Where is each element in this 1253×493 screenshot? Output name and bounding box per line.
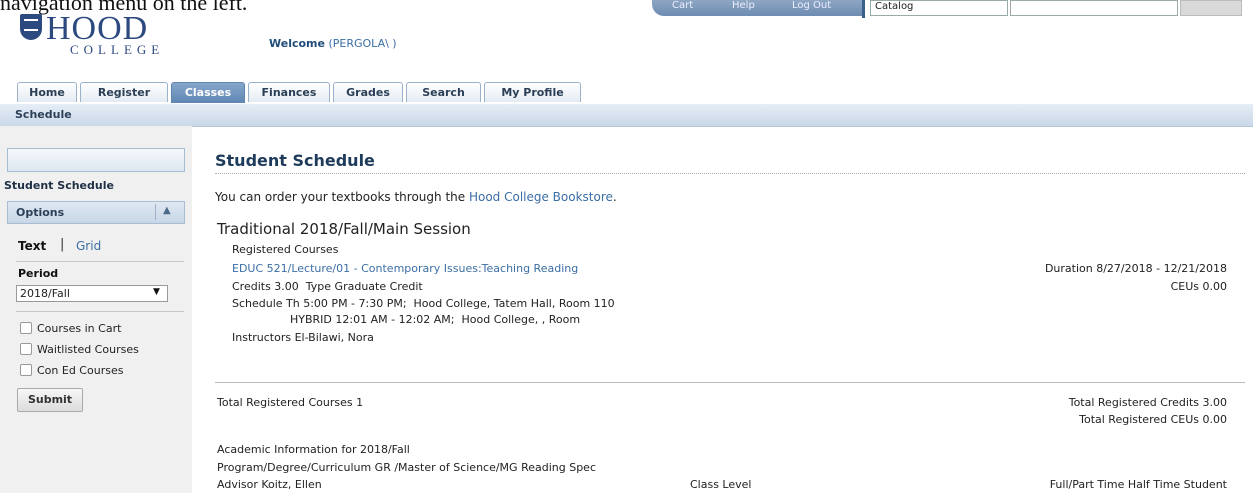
catalog-select[interactable]: Catalog bbox=[870, 0, 1008, 16]
sidebar-divider bbox=[16, 261, 184, 262]
welcome-message: Welcome (PERGOLA\ ) bbox=[269, 37, 397, 50]
courses-in-cart-checkbox[interactable] bbox=[20, 322, 32, 334]
subnav-schedule[interactable]: Schedule bbox=[15, 108, 72, 121]
intro-prefix: You can order your textbooks through the bbox=[215, 190, 469, 204]
options-label: Options bbox=[16, 206, 65, 219]
tab-home[interactable]: Home bbox=[17, 82, 77, 102]
tab-classes[interactable]: Classes bbox=[171, 82, 245, 103]
total-registered-courses: Total Registered Courses 1 bbox=[217, 396, 364, 409]
tab-register[interactable]: Register bbox=[80, 82, 168, 102]
sidebar-divider bbox=[16, 311, 184, 312]
bookstore-link[interactable]: Hood College Bookstore bbox=[469, 190, 613, 204]
shield-icon bbox=[20, 14, 42, 40]
full-part-time: Full/Part Time Half Time Student bbox=[1049, 478, 1227, 491]
waitlisted-courses-label: Waitlisted Courses bbox=[37, 343, 139, 356]
help-link[interactable]: Help bbox=[732, 0, 755, 11]
logo-college-text: COLLEGE bbox=[70, 42, 165, 57]
con-ed-courses-label: Con Ed Courses bbox=[37, 364, 124, 377]
subnav-bar bbox=[0, 104, 1253, 127]
registered-courses-heading: Registered Courses bbox=[232, 243, 339, 256]
hood-college-logo[interactable]: HOOD COLLEGE bbox=[20, 10, 170, 62]
period-label: Period bbox=[18, 267, 59, 280]
chevron-down-icon[interactable]: ▼ bbox=[153, 287, 160, 297]
bookstore-intro: You can order your textbooks through the… bbox=[215, 190, 617, 204]
go-button[interactable] bbox=[1180, 0, 1242, 16]
view-separator: | bbox=[60, 237, 65, 252]
advisor: Advisor Koitz, Ellen bbox=[217, 478, 322, 491]
course-link[interactable]: EDUC 521/Lecture/01 - Contemporary Issue… bbox=[232, 262, 578, 275]
total-registered-ceus: Total Registered CEUs 0.00 bbox=[1079, 413, 1227, 426]
view-text-option[interactable]: Text bbox=[18, 239, 46, 253]
title-rule bbox=[215, 173, 1245, 174]
courses-in-cart-label: Courses in Cart bbox=[37, 322, 122, 335]
tab-search[interactable]: Search bbox=[406, 82, 481, 102]
cart-link[interactable]: Cart bbox=[672, 0, 693, 11]
term-heading: Traditional 2018/Fall/Main Session bbox=[217, 220, 471, 238]
utility-bar: Cart Help Log Out bbox=[652, 0, 862, 16]
tab-my-profile[interactable]: My Profile bbox=[484, 82, 581, 102]
tab-grades[interactable]: Grades bbox=[333, 82, 403, 102]
course-ceus: CEUs 0.00 bbox=[1170, 280, 1227, 293]
welcome-user: (PERGOLA\ ) bbox=[328, 37, 397, 50]
tab-finances[interactable]: Finances bbox=[248, 82, 330, 102]
total-registered-credits: Total Registered Credits 3.00 bbox=[1068, 396, 1227, 409]
schedule-line-2: HYBRID 12:01 AM - 12:02 AM; Hood College… bbox=[290, 313, 581, 326]
utility-separator bbox=[862, 0, 865, 18]
class-level: Class Level bbox=[690, 478, 752, 491]
schedule-line-1: Schedule Th 5:00 PM - 7:30 PM; Hood Coll… bbox=[232, 297, 615, 310]
course-duration: Duration 8/27/2018 - 12/21/2018 bbox=[1044, 262, 1227, 275]
section-divider bbox=[215, 382, 1245, 383]
sidebar-title[interactable]: Student Schedule bbox=[4, 179, 114, 192]
page-title: Student Schedule bbox=[215, 151, 375, 170]
submit-button[interactable]: Submit bbox=[17, 388, 83, 412]
course-credits: Credits 3.00 Type Graduate Credit bbox=[232, 280, 423, 293]
collapse-up-icon[interactable]: ▲ bbox=[163, 205, 171, 216]
instructors: Instructors El-Bilawi, Nora bbox=[232, 331, 374, 344]
program-line: Program/Degree/Curriculum GR /Master of … bbox=[217, 461, 596, 474]
period-select[interactable]: 2018/Fall bbox=[16, 285, 168, 302]
con-ed-courses-checkbox[interactable] bbox=[20, 364, 32, 376]
view-grid-link[interactable]: Grid bbox=[76, 239, 101, 253]
options-separator bbox=[155, 204, 156, 220]
intro-suffix: . bbox=[612, 190, 617, 204]
welcome-label: Welcome bbox=[269, 37, 325, 50]
waitlisted-courses-checkbox[interactable] bbox=[20, 343, 32, 355]
logout-link[interactable]: Log Out bbox=[792, 0, 831, 11]
academic-info-heading: Academic Information for 2018/Fall bbox=[217, 443, 410, 456]
sidebar-header bbox=[7, 148, 185, 172]
keyword-input[interactable] bbox=[1010, 0, 1178, 16]
